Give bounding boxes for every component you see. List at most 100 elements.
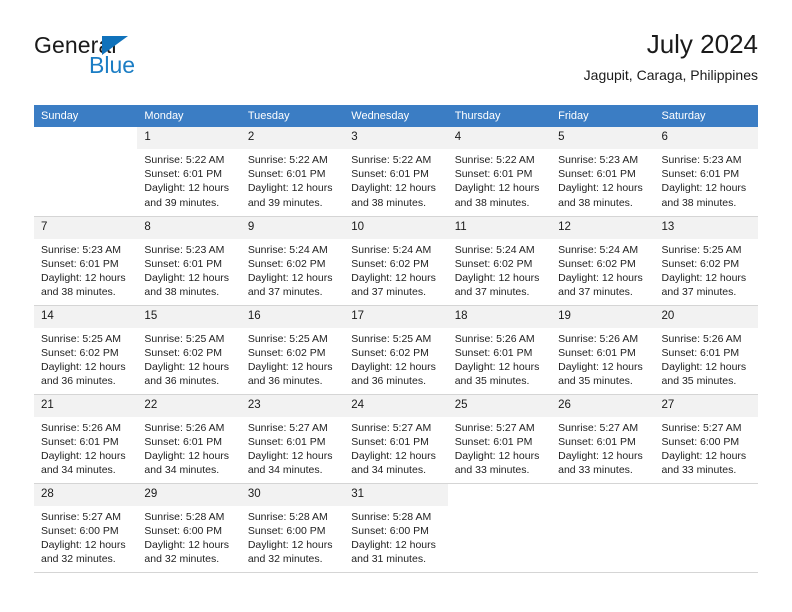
sunrise-text: Sunrise: 5:25 AM (661, 243, 742, 256)
brand-name-blue: Blue (89, 52, 136, 78)
day-details: Sunrise: 5:25 AM Sunset: 6:02 PM Daylight:… (137, 328, 240, 389)
daylight-text: Daylight: 12 hours and 32 minutes. (144, 538, 230, 566)
day-details: Sunrise: 5:25 AM Sunset: 6:02 PM Daylight:… (34, 328, 137, 389)
sunset-text: Sunset: 6:01 PM (144, 435, 223, 448)
calendar-day-cell[interactable]: 17 Sunrise: 5:25 AM Sunset: 6:02 PM Dayligh… (344, 305, 448, 395)
calendar-day-cell[interactable]: 27 Sunrise: 5:27 AM Sunset: 6:00 PM Dayligh… (654, 394, 758, 484)
day-details: Sunrise: 5:27 AM Sunset: 6:01 PM Daylight:… (448, 417, 551, 478)
weekday-header-monday: Monday (137, 105, 241, 127)
day-details: Sunrise: 5:27 AM Sunset: 6:00 PM Daylight:… (34, 506, 137, 567)
weekday-header-saturday: Saturday (654, 105, 758, 127)
day-number: 28 (34, 483, 138, 506)
calendar-day-cell[interactable]: 3 Sunrise: 5:22 AM Sunset: 6:01 PM Daylight… (344, 127, 448, 217)
calendar-day-cell[interactable]: 12 Sunrise: 5:24 AM Sunset: 6:02 PM Dayligh… (551, 216, 655, 306)
calendar-day-cell[interactable]: 29 Sunrise: 5:28 AM Sunset: 6:00 PM Dayligh… (137, 483, 241, 573)
calendar-week-row: 28 Sunrise: 5:27 AM Sunset: 6:00 PM Dayligh… (34, 483, 758, 573)
sunset-text: Sunset: 6:01 PM (247, 168, 326, 181)
sunrise-text: Sunrise: 5:27 AM (351, 421, 432, 434)
daylight-text: Daylight: 12 hours and 37 minutes. (558, 271, 643, 299)
day-number: 23 (240, 394, 345, 417)
calendar-day-cell[interactable]: 10 Sunrise: 5:24 AM Sunset: 6:02 PM Dayligh… (344, 216, 448, 306)
calendar-day-cell[interactable]: 14 Sunrise: 5:25 AM Sunset: 6:02 PM Dayligh… (34, 305, 138, 395)
sunset-text: Sunset: 6:01 PM (558, 168, 636, 181)
day-details: Sunrise: 5:28 AM Sunset: 6:00 PM Daylight:… (137, 506, 240, 567)
calendar-week-row: 7 Sunrise: 5:23 AM Sunset: 6:01 PM Daylight… (34, 216, 758, 306)
calendar-day-cell[interactable]: 2 Sunrise: 5:22 AM Sunset: 6:01 PM Daylight… (240, 127, 345, 217)
day-details: Sunrise: 5:26 AM Sunset: 6:01 PM Daylight:… (551, 328, 654, 389)
calendar-day-cell[interactable]: 6 Sunrise: 5:23 AM Sunset: 6:01 PM Daylight… (654, 127, 758, 217)
sunrise-text: Sunrise: 5:23 AM (558, 154, 639, 166)
calendar-day-cell[interactable]: 24 Sunrise: 5:27 AM Sunset: 6:01 PM Dayligh… (344, 394, 448, 484)
calendar-day-cell[interactable]: 18 Sunrise: 5:26 AM Sunset: 6:01 PM Dayligh… (447, 305, 552, 395)
day-details: Sunrise: 5:26 AM Sunset: 6:01 PM Daylight:… (448, 328, 551, 389)
calendar-body: 1 Sunrise: 5:22 AM Sunset: 6:01 PM Daylight… (34, 127, 758, 573)
daylight-text: Daylight: 12 hours and 36 minutes. (247, 360, 333, 388)
day-details: Sunrise: 5:28 AM Sunset: 6:00 PM Daylight:… (241, 506, 344, 567)
daylight-text: Daylight: 12 hours and 33 minutes. (454, 449, 540, 477)
weekday-header-thursday: Thursday (447, 105, 552, 127)
daylight-text: Daylight: 12 hours and 37 minutes. (454, 271, 540, 299)
calendar-day-cell[interactable]: 15 Sunrise: 5:25 AM Sunset: 6:02 PM Dayligh… (137, 305, 241, 395)
sunrise-text: Sunrise: 5:27 AM (247, 421, 328, 434)
sunset-text: Sunset: 6:01 PM (558, 346, 636, 359)
sunset-text: Sunset: 6:02 PM (454, 257, 533, 270)
daylight-text: Daylight: 12 hours and 35 minutes. (454, 360, 540, 388)
sunrise-text: Sunrise: 5:23 AM (41, 243, 121, 256)
day-details: Sunrise: 5:24 AM Sunset: 6:02 PM Daylight:… (551, 239, 654, 300)
day-number (655, 484, 758, 506)
day-number: 16 (240, 305, 345, 328)
day-details: Sunrise: 5:27 AM Sunset: 6:00 PM Daylight:… (655, 417, 758, 478)
calendar-day-cell[interactable]: 16 Sunrise: 5:25 AM Sunset: 6:02 PM Dayligh… (240, 305, 345, 395)
calendar-day-cell[interactable]: 1 Sunrise: 5:22 AM Sunset: 6:01 PM Daylight… (137, 127, 241, 217)
calendar-day-cell[interactable]: 21 Sunrise: 5:26 AM Sunset: 6:01 PM Dayligh… (34, 394, 138, 484)
calendar-week-row: 1 Sunrise: 5:22 AM Sunset: 6:01 PM Daylight… (34, 127, 758, 217)
daylight-text: Daylight: 12 hours and 32 minutes. (247, 538, 333, 566)
sunrise-text: Sunrise: 5:23 AM (661, 154, 742, 166)
calendar-day-cell[interactable]: 25 Sunrise: 5:27 AM Sunset: 6:01 PM Dayligh… (447, 394, 552, 484)
day-number: 5 (551, 127, 655, 149)
calendar-day-cell-empty (654, 483, 758, 573)
calendar-day-cell[interactable]: 5 Sunrise: 5:23 AM Sunset: 6:01 PM Daylight… (551, 127, 655, 217)
weekday-header-tuesday: Tuesday (240, 105, 345, 127)
calendar-day-cell[interactable]: 26 Sunrise: 5:27 AM Sunset: 6:01 PM Dayligh… (551, 394, 655, 484)
daylight-text: Daylight: 12 hours and 35 minutes. (661, 360, 747, 388)
calendar-day-cell[interactable]: 9 Sunrise: 5:24 AM Sunset: 6:02 PM Daylight… (240, 216, 345, 306)
page-header: General Blue July 2024 Jagupit, Caraga, … (34, 28, 758, 100)
calendar-day-cell[interactable]: 7 Sunrise: 5:23 AM Sunset: 6:01 PM Daylight… (34, 216, 138, 306)
calendar-day-cell[interactable]: 30 Sunrise: 5:28 AM Sunset: 6:00 PM Dayligh… (240, 483, 345, 573)
day-details: Sunrise: 5:24 AM Sunset: 6:02 PM Daylight:… (241, 239, 344, 300)
calendar-day-cell[interactable]: 13 Sunrise: 5:25 AM Sunset: 6:02 PM Dayligh… (654, 216, 758, 306)
day-number: 14 (34, 305, 138, 328)
sunset-text: Sunset: 6:02 PM (247, 346, 326, 359)
calendar-day-cell[interactable]: 31 Sunrise: 5:28 AM Sunset: 6:00 PM Dayligh… (344, 483, 448, 573)
day-number: 25 (447, 394, 552, 417)
calendar-page: General Blue July 2024 Jagupit, Caraga, … (0, 0, 792, 612)
sunset-text: Sunset: 6:00 PM (41, 524, 119, 537)
day-number: 30 (240, 483, 345, 506)
day-number: 8 (137, 216, 241, 239)
calendar-day-cell[interactable]: 20 Sunrise: 5:26 AM Sunset: 6:01 PM Dayligh… (654, 305, 758, 395)
sunset-text: Sunset: 6:00 PM (661, 435, 740, 448)
sunrise-text: Sunrise: 5:23 AM (144, 243, 225, 256)
calendar-day-cell[interactable]: 22 Sunrise: 5:26 AM Sunset: 6:01 PM Dayligh… (137, 394, 241, 484)
sunrise-text: Sunrise: 5:28 AM (247, 510, 328, 523)
calendar-day-cell[interactable]: 4 Sunrise: 5:22 AM Sunset: 6:01 PM Daylight… (447, 127, 552, 217)
calendar-day-cell[interactable]: 19 Sunrise: 5:26 AM Sunset: 6:01 PM Dayligh… (551, 305, 655, 395)
weekday-header-wednesday: Wednesday (344, 105, 448, 127)
sunset-text: Sunset: 6:02 PM (41, 346, 119, 359)
day-number: 17 (344, 305, 448, 328)
day-number: 21 (34, 394, 138, 417)
day-number: 18 (447, 305, 552, 328)
calendar-day-cell[interactable]: 8 Sunrise: 5:23 AM Sunset: 6:01 PM Daylight… (137, 216, 241, 306)
calendar-day-cell[interactable]: 11 Sunrise: 5:24 AM Sunset: 6:02 PM Dayligh… (447, 216, 552, 306)
day-number: 9 (240, 216, 345, 239)
day-number (551, 484, 654, 506)
day-number: 4 (447, 127, 552, 149)
day-details: Sunrise: 5:25 AM Sunset: 6:02 PM Daylight:… (241, 328, 344, 389)
brand-logo: General Blue (34, 32, 254, 90)
day-number: 26 (551, 394, 655, 417)
day-details: Sunrise: 5:26 AM Sunset: 6:01 PM Daylight:… (34, 417, 137, 478)
calendar-day-cell[interactable]: 28 Sunrise: 5:27 AM Sunset: 6:00 PM Dayligh… (34, 483, 138, 573)
weekday-header-friday: Friday (551, 105, 655, 127)
calendar-day-cell[interactable]: 23 Sunrise: 5:27 AM Sunset: 6:01 PM Dayligh… (240, 394, 345, 484)
